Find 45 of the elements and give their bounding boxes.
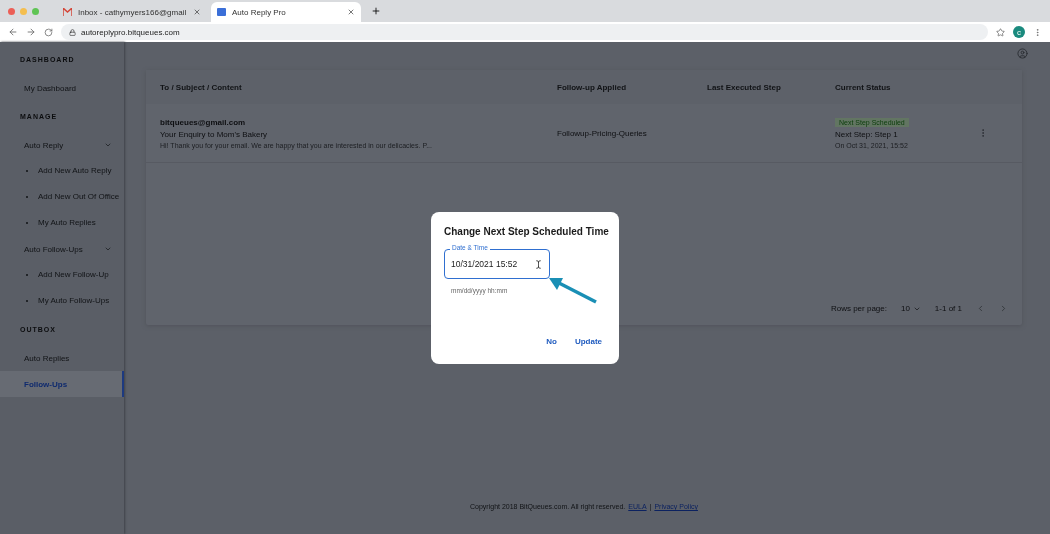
column-header: To / Subject / Content <box>160 82 243 92</box>
next-page-icon[interactable] <box>999 304 1008 313</box>
maximize-window-icon[interactable] <box>32 7 39 15</box>
sidebar-subitem[interactable]: My Auto Replies <box>0 210 124 236</box>
previous-page-icon[interactable] <box>976 304 985 313</box>
rows-per-page-label: Rows per page: <box>830 304 887 313</box>
browser-tab[interactable]: Auto Reply Pro <box>211 2 361 22</box>
sidebar-item[interactable]: Auto Follow-Ups <box>0 236 124 262</box>
envelope-icon <box>63 8 72 16</box>
forward-icon[interactable] <box>26 27 36 37</box>
sidebar-subitem[interactable]: Add New Auto Reply <box>0 158 124 184</box>
sidebar-item[interactable]: My Dashboard <box>0 75 124 101</box>
browser-tab[interactable]: Inbox - cathymyers166@gmail <box>57 2 207 22</box>
update-button[interactable]: Update <box>574 337 602 346</box>
email-subject: Your Enquiry to Mom's Bakery <box>160 129 269 139</box>
address-bar[interactable]: autoreplypro.bitqueues.com <box>61 24 988 40</box>
rows-per-page-select[interactable]: 10 <box>900 304 921 313</box>
close-tab-icon[interactable] <box>193 8 201 16</box>
no-button[interactable]: No <box>546 337 557 346</box>
sidebar-subitem[interactable]: Add New Follow-Up <box>0 262 124 288</box>
page-range: 1-1 of 1 <box>934 304 962 313</box>
column-header: Follow-up Applied <box>557 82 628 92</box>
account-icon[interactable] <box>1017 48 1028 59</box>
column-header: Current Status <box>835 82 892 92</box>
recipient-email: bitqueues@gmail.com <box>160 117 247 127</box>
reload-icon[interactable] <box>44 27 53 37</box>
sidebar-item[interactable]: Auto Replies <box>0 345 124 371</box>
next-step-text: Next Step: Step 1 <box>835 129 899 139</box>
tab-logo-icon <box>217 8 226 16</box>
menu-icon[interactable] <box>1033 27 1042 37</box>
sidebar-subitem[interactable]: My Auto Follow-Ups <box>0 288 124 314</box>
close-window-icon[interactable] <box>8 7 15 15</box>
arrow-drawing <box>547 277 599 305</box>
sidebar-item[interactable]: Follow-Ups <box>0 371 124 397</box>
lock-icon <box>69 28 76 36</box>
back-icon[interactable] <box>8 27 18 37</box>
table-cell-text: Followup-Pricing-Queries <box>557 128 648 138</box>
profile-avatar[interactable]: c <box>1013 26 1025 38</box>
new-tab-icon[interactable] <box>371 6 381 16</box>
sidebar-subitem[interactable]: Add New Out Of Office <box>0 184 124 210</box>
column-header: Last Executed Step <box>707 82 782 92</box>
star-icon[interactable] <box>996 27 1005 37</box>
sidebar-item[interactable]: Auto Reply <box>0 132 124 158</box>
close-tab-icon[interactable] <box>347 8 355 16</box>
text-cursor-icon <box>534 259 543 269</box>
